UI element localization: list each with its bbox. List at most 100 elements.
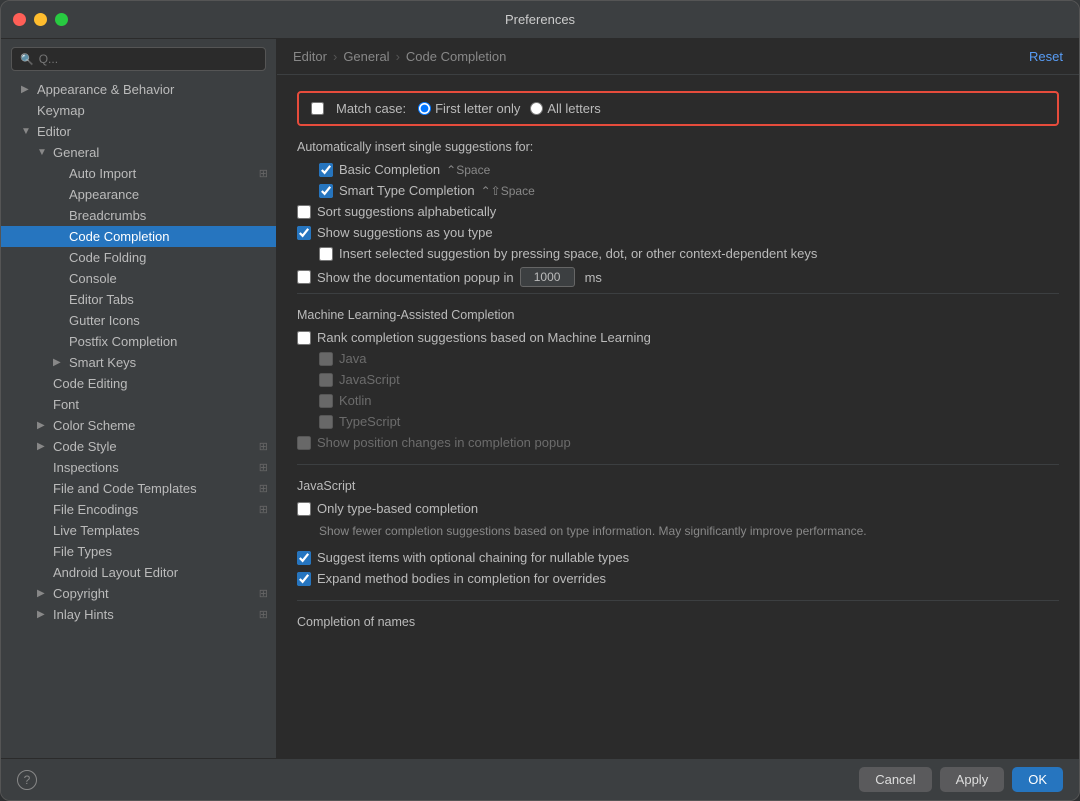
javascript-checkbox[interactable] xyxy=(319,373,333,387)
doc-popup-checkbox[interactable] xyxy=(297,270,311,284)
sidebar-item-code-editing[interactable]: Code Editing xyxy=(1,373,276,394)
basic-completion-checkbox[interactable] xyxy=(319,163,333,177)
sidebar-item-console[interactable]: Console xyxy=(1,268,276,289)
sidebar-item-live-templates[interactable]: Live Templates xyxy=(1,520,276,541)
arrow-icon xyxy=(53,210,65,221)
close-button[interactable] xyxy=(13,13,26,26)
sidebar-item-code-style[interactable]: ▶ Code Style ⊞ xyxy=(1,436,276,457)
doc-popup-label: Show the documentation popup in xyxy=(317,270,514,285)
sidebar-item-font[interactable]: Font xyxy=(1,394,276,415)
sidebar-item-label: Smart Keys xyxy=(69,355,136,370)
search-box[interactable]: 🔍 xyxy=(11,47,266,71)
kotlin-label: Kotlin xyxy=(339,393,372,408)
sidebar-item-label: Keymap xyxy=(37,103,85,118)
divider-js xyxy=(297,464,1059,465)
cancel-button[interactable]: Cancel xyxy=(859,767,931,792)
apply-button[interactable]: Apply xyxy=(940,767,1005,792)
sort-alpha-label: Sort suggestions alphabetically xyxy=(317,204,496,219)
basic-completion-checkbox-row: Basic Completion ⌃Space xyxy=(319,162,1059,177)
arrow-icon: ▶ xyxy=(37,609,49,620)
sidebar-item-file-types[interactable]: File Types xyxy=(1,541,276,562)
javascript-label: JavaScript xyxy=(339,372,400,387)
breadcrumb-page: Code Completion xyxy=(406,49,506,64)
rank-suggestions-row: Rank completion suggestions based on Mac… xyxy=(297,330,1059,345)
copy-icon: ⊞ xyxy=(259,587,268,600)
window-title: Preferences xyxy=(505,12,575,27)
insert-selected-checkbox[interactable] xyxy=(319,247,333,261)
suggest-items-label: Suggest items with optional chaining for… xyxy=(317,550,629,565)
sidebar-item-file-encodings[interactable]: File Encodings ⊞ xyxy=(1,499,276,520)
sidebar-item-android-layout[interactable]: Android Layout Editor xyxy=(1,562,276,583)
sidebar-item-label: Inspections xyxy=(53,460,119,475)
help-button[interactable]: ? xyxy=(17,770,37,790)
java-label: Java xyxy=(339,351,366,366)
sidebar-item-label: Postfix Completion xyxy=(69,334,177,349)
all-letters-radio[interactable] xyxy=(530,102,543,115)
show-suggestions-checkbox[interactable] xyxy=(297,226,311,240)
show-position-checkbox[interactable] xyxy=(297,436,311,450)
arrow-icon xyxy=(37,546,49,557)
bottom-bar: ? Cancel Apply OK xyxy=(1,758,1079,800)
kotlin-row: Kotlin xyxy=(319,393,1059,408)
sidebar-item-inlay-hints[interactable]: ▶ Inlay Hints ⊞ xyxy=(1,604,276,625)
maximize-button[interactable] xyxy=(55,13,68,26)
show-position-label: Show position changes in completion popu… xyxy=(317,435,571,450)
sidebar-item-appearance[interactable]: Appearance xyxy=(1,184,276,205)
search-input[interactable] xyxy=(39,52,257,66)
reset-button[interactable]: Reset xyxy=(1029,49,1063,64)
copy-icon: ⊞ xyxy=(259,461,268,474)
match-case-section: Match case: First letter only All letter… xyxy=(297,91,1059,126)
sidebar-item-label: Appearance & Behavior xyxy=(37,82,174,97)
arrow-icon xyxy=(37,504,49,515)
ok-button[interactable]: OK xyxy=(1012,767,1063,792)
sidebar-item-code-folding[interactable]: Code Folding xyxy=(1,247,276,268)
sidebar-item-appearance-behavior[interactable]: ▶ Appearance & Behavior xyxy=(1,79,276,100)
sidebar-item-label: Code Style xyxy=(53,439,117,454)
show-suggestions-row: Show suggestions as you type xyxy=(297,225,1059,240)
sidebar-item-auto-import[interactable]: Auto Import ⊞ xyxy=(1,163,276,184)
all-letters-label: All letters xyxy=(547,101,600,116)
ms-label: ms xyxy=(585,270,602,285)
all-letters-radio-label[interactable]: All letters xyxy=(530,101,600,116)
minimize-button[interactable] xyxy=(34,13,47,26)
sort-alpha-checkbox[interactable] xyxy=(297,205,311,219)
preferences-window: Preferences 🔍 ▶ Appearance & Behavior Ke… xyxy=(0,0,1080,801)
divider-ml xyxy=(297,293,1059,294)
sidebar-item-label: Editor xyxy=(37,124,71,139)
arrow-icon: ▼ xyxy=(37,147,49,158)
suggest-items-checkbox[interactable] xyxy=(297,551,311,565)
sidebar-item-code-completion[interactable]: Code Completion xyxy=(1,226,276,247)
breadcrumb: Editor › General › Code Completion xyxy=(293,49,506,64)
arrow-icon xyxy=(53,273,65,284)
arrow-icon xyxy=(53,168,65,179)
sidebar-item-gutter-icons[interactable]: Gutter Icons xyxy=(1,310,276,331)
sidebar-item-postfix-completion[interactable]: Postfix Completion xyxy=(1,331,276,352)
sidebar-item-keymap[interactable]: Keymap xyxy=(1,100,276,121)
sidebar-item-file-code-templates[interactable]: File and Code Templates ⊞ xyxy=(1,478,276,499)
java-checkbox[interactable] xyxy=(319,352,333,366)
sidebar-item-label: Android Layout Editor xyxy=(53,565,178,580)
copy-icon: ⊞ xyxy=(259,440,268,453)
doc-popup-input[interactable] xyxy=(520,267,575,287)
sidebar: 🔍 ▶ Appearance & Behavior Keymap ▼ Edito… xyxy=(1,39,277,758)
sidebar-item-inspections[interactable]: Inspections ⊞ xyxy=(1,457,276,478)
copy-icon: ⊞ xyxy=(259,608,268,621)
completion-names-title: Completion of names xyxy=(297,615,1059,629)
sidebar-item-breadcrumbs[interactable]: Breadcrumbs xyxy=(1,205,276,226)
sidebar-item-editor-tabs[interactable]: Editor Tabs xyxy=(1,289,276,310)
rank-suggestions-checkbox[interactable] xyxy=(297,331,311,345)
only-type-checkbox[interactable] xyxy=(297,502,311,516)
first-letter-radio-label[interactable]: First letter only xyxy=(418,101,520,116)
sidebar-item-editor[interactable]: ▼ Editor xyxy=(1,121,276,142)
suggest-items-row: Suggest items with optional chaining for… xyxy=(297,550,1059,565)
smart-type-checkbox[interactable] xyxy=(319,184,333,198)
expand-method-checkbox[interactable] xyxy=(297,572,311,586)
sidebar-item-general[interactable]: ▼ General xyxy=(1,142,276,163)
kotlin-checkbox[interactable] xyxy=(319,394,333,408)
match-case-checkbox[interactable] xyxy=(311,102,324,115)
sidebar-item-smart-keys[interactable]: ▶ Smart Keys xyxy=(1,352,276,373)
first-letter-radio[interactable] xyxy=(418,102,431,115)
sidebar-item-copyright[interactable]: ▶ Copyright ⊞ xyxy=(1,583,276,604)
sidebar-item-color-scheme[interactable]: ▶ Color Scheme xyxy=(1,415,276,436)
typescript-checkbox[interactable] xyxy=(319,415,333,429)
